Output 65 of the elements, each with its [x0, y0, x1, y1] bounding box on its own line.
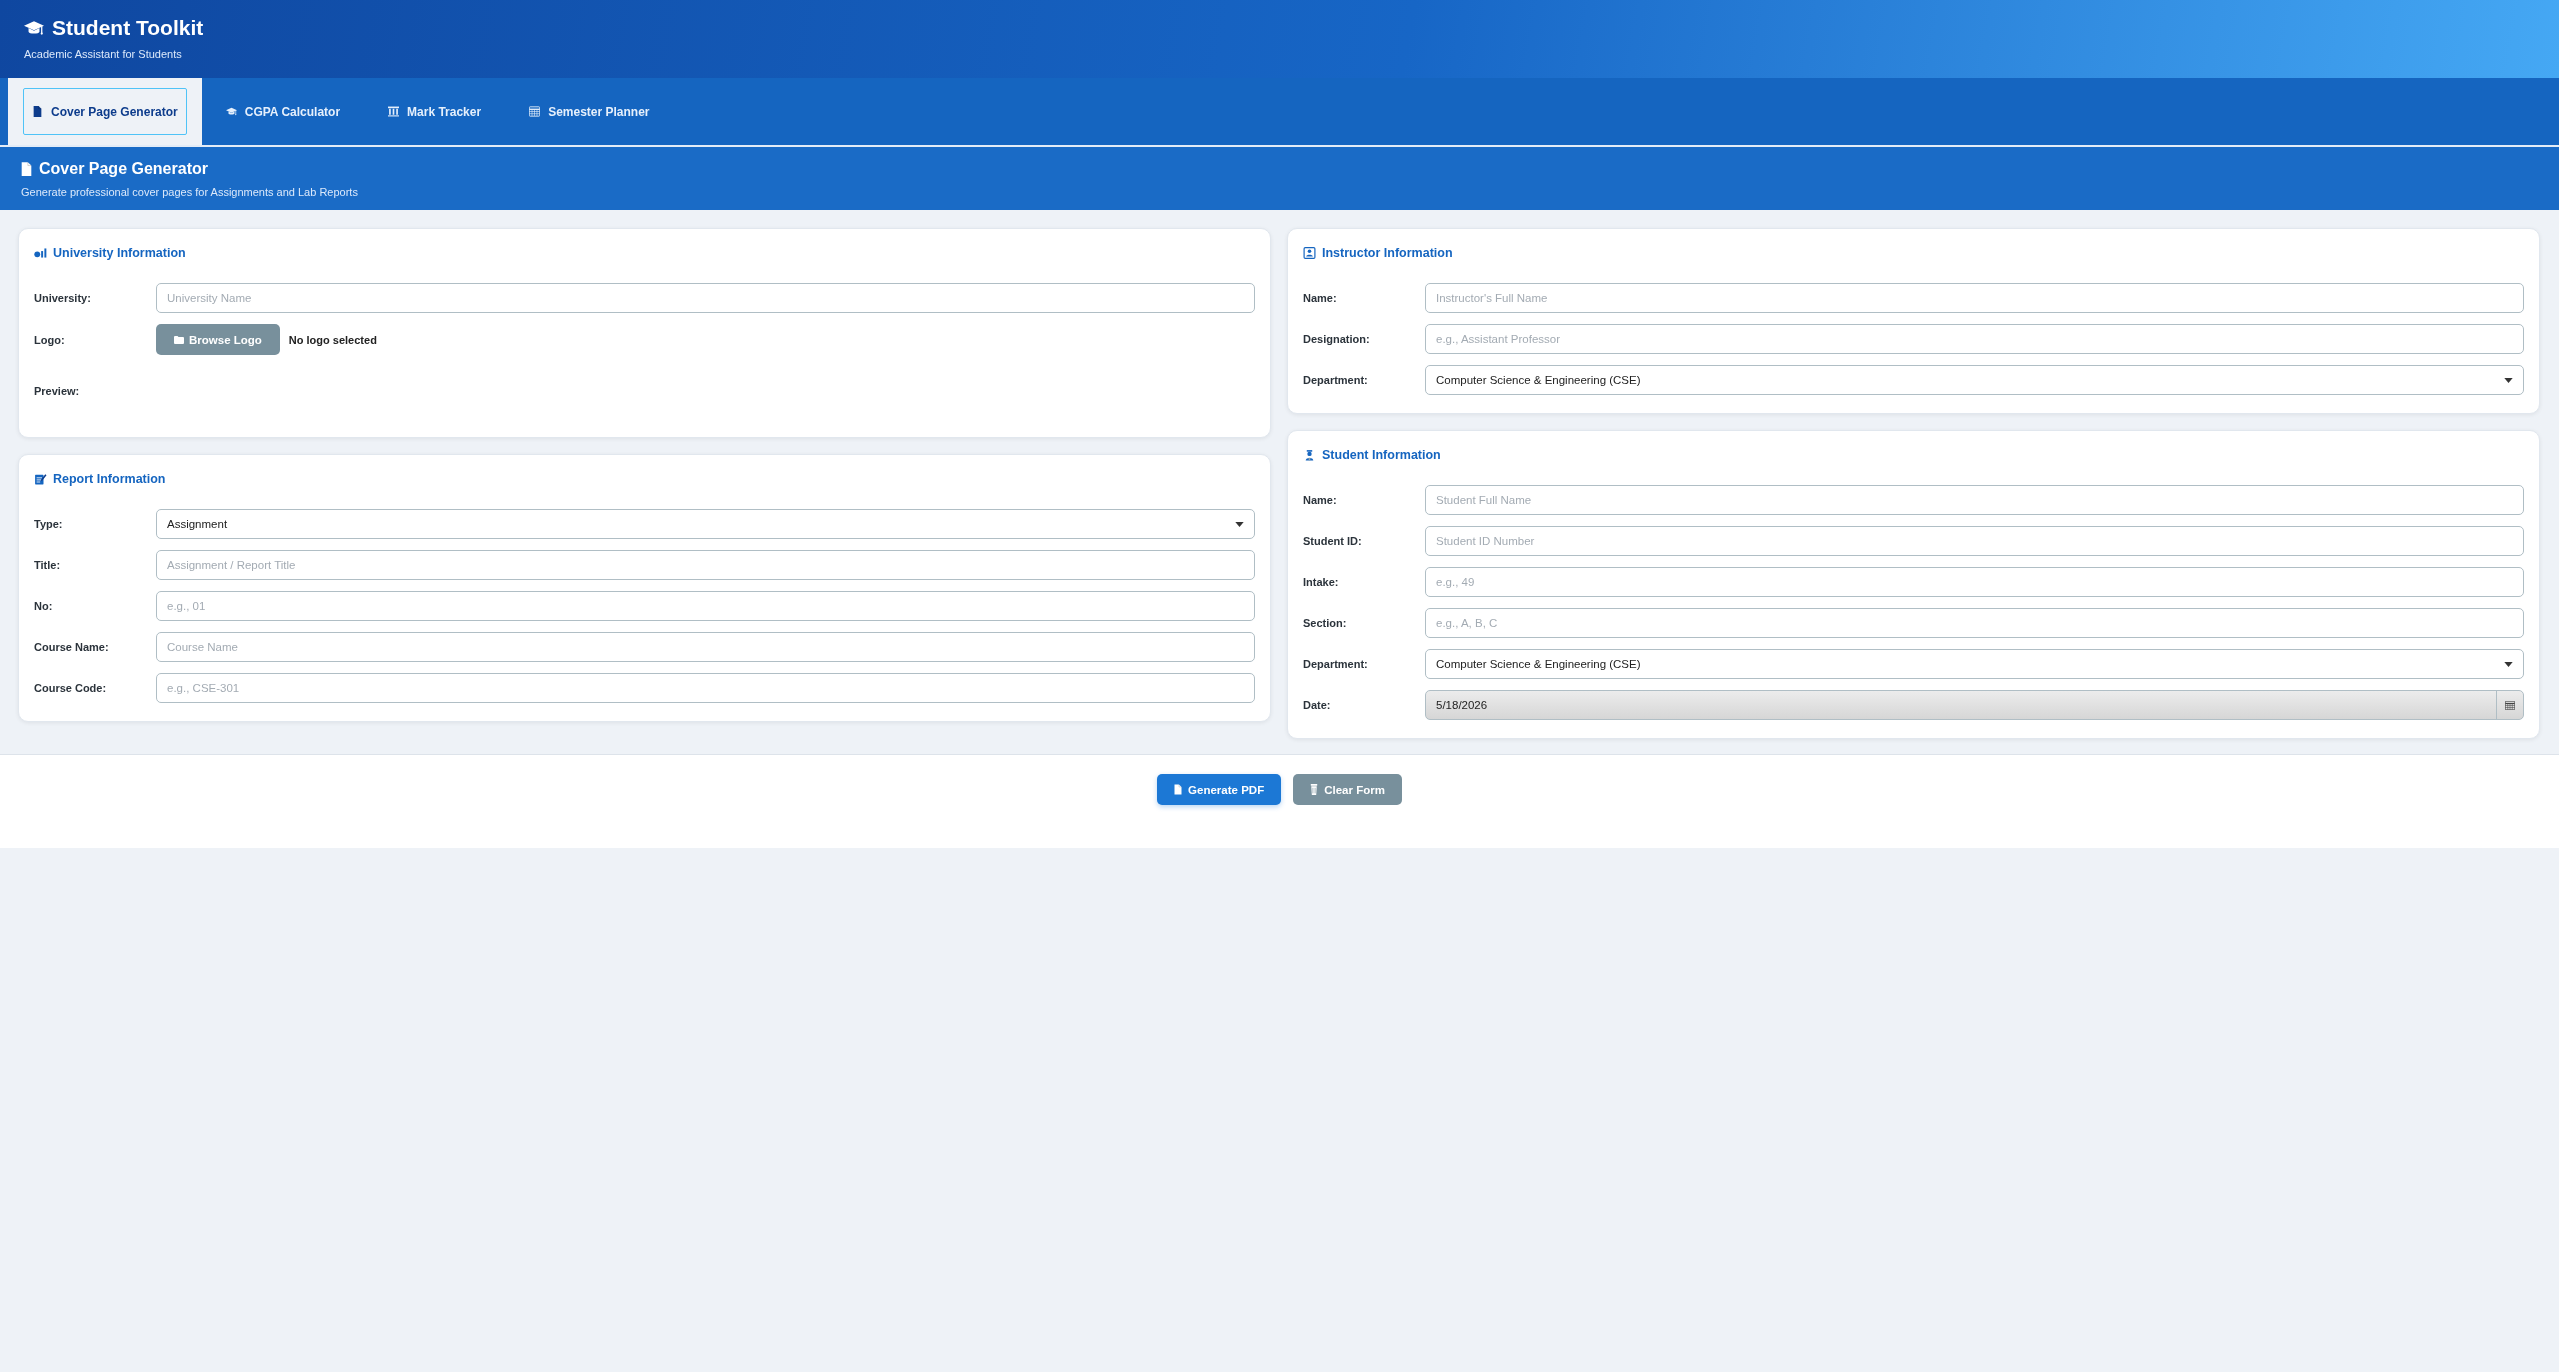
student-icon — [1303, 449, 1316, 461]
text-input[interactable]: University Name — [156, 283, 1255, 313]
field-label: Date: — [1303, 698, 1332, 712]
text-input[interactable]: e.g., A, B, C — [1425, 608, 2524, 638]
text-input[interactable]: Student ID Number — [1425, 526, 2524, 556]
memo-icon — [34, 473, 47, 485]
field-label: Name: — [1303, 493, 1338, 507]
card-title: Student Information — [1322, 447, 1441, 464]
browse-button[interactable]: Browse Logo — [156, 324, 280, 355]
text-input[interactable]: e.g., CSE-301 — [156, 673, 1255, 703]
tab[interactable]: CGPA Calculator — [201, 78, 365, 145]
field-label: Intake: — [1303, 575, 1340, 589]
text-input[interactable]: e.g., 49 — [1425, 567, 2524, 597]
field-label: Designation: — [1303, 332, 1371, 346]
teacher-icon — [1303, 247, 1316, 259]
app-title: Student Toolkit — [52, 15, 204, 41]
section-subtitle: Generate professional cover pages for Assignments and Lab Reports — [21, 185, 359, 199]
date-field[interactable]: 5/18/2026 — [1425, 690, 2524, 720]
text-input[interactable]: Course Name — [156, 632, 1255, 662]
tab[interactable]: Mark Tracker — [364, 78, 506, 145]
file-status-text: No logo selected — [288, 333, 377, 346]
bar-chart-icon — [34, 247, 47, 259]
card-title: Instructor Information — [1322, 245, 1453, 262]
tab[interactable]: Semester Planner — [505, 78, 674, 145]
calendar-icon — [529, 106, 541, 117]
field-label: Logo: — [34, 332, 66, 347]
field-label: University: — [34, 291, 92, 305]
tab[interactable]: Cover Page Generator — [8, 78, 202, 145]
app-subtitle: Academic Assistant for Students — [24, 47, 183, 61]
caret-icon — [1235, 521, 1244, 527]
section-title: Cover Page Generator — [39, 159, 208, 179]
select-field[interactable]: Computer Science & Engineering (CSE) — [1425, 649, 2524, 679]
columns-icon — [388, 106, 400, 117]
field-label: Student ID: — [1303, 534, 1363, 548]
field-label: Preview: — [34, 384, 81, 398]
document-icon — [32, 106, 43, 117]
field-label: Name: — [1303, 291, 1338, 305]
field-label: Course Name: — [34, 640, 110, 654]
text-input[interactable]: Assignment / Report Title — [156, 550, 1255, 580]
caret-icon — [2504, 377, 2513, 383]
generate-pdf-button[interactable]: Generate PDF — [1157, 774, 1282, 805]
field-label: Department: — [1303, 657, 1369, 671]
graduation-cap-icon — [24, 21, 44, 35]
field-label: Department: — [1303, 373, 1369, 387]
field-label: Title: — [34, 558, 62, 572]
graduation-cap-icon — [225, 106, 237, 117]
clear-form-button[interactable]: Clear Form — [1293, 774, 1402, 805]
field-label: Course Code: — [34, 681, 108, 695]
field-label: No: — [34, 599, 54, 613]
caret-icon — [2504, 661, 2513, 667]
text-input[interactable]: e.g., Assistant Professor — [1425, 324, 2524, 354]
select-field[interactable]: Assignment — [156, 509, 1255, 539]
card-title: Report Information — [53, 471, 166, 488]
field-label: Type: — [34, 517, 64, 531]
text-input[interactable]: Instructor's Full Name — [1425, 283, 2524, 313]
document-icon — [21, 162, 32, 176]
document-icon — [1174, 784, 1183, 795]
text-input[interactable]: e.g., 01 — [156, 591, 1255, 621]
text-input[interactable]: Student Full Name — [1425, 485, 2524, 515]
select-field[interactable]: Computer Science & Engineering (CSE) — [1425, 365, 2524, 395]
calendar-icon — [2505, 700, 2515, 710]
folder-icon — [174, 335, 184, 344]
field-label: Section: — [1303, 616, 1348, 630]
card-title: University Information — [53, 245, 186, 262]
trash-icon — [1310, 784, 1319, 795]
